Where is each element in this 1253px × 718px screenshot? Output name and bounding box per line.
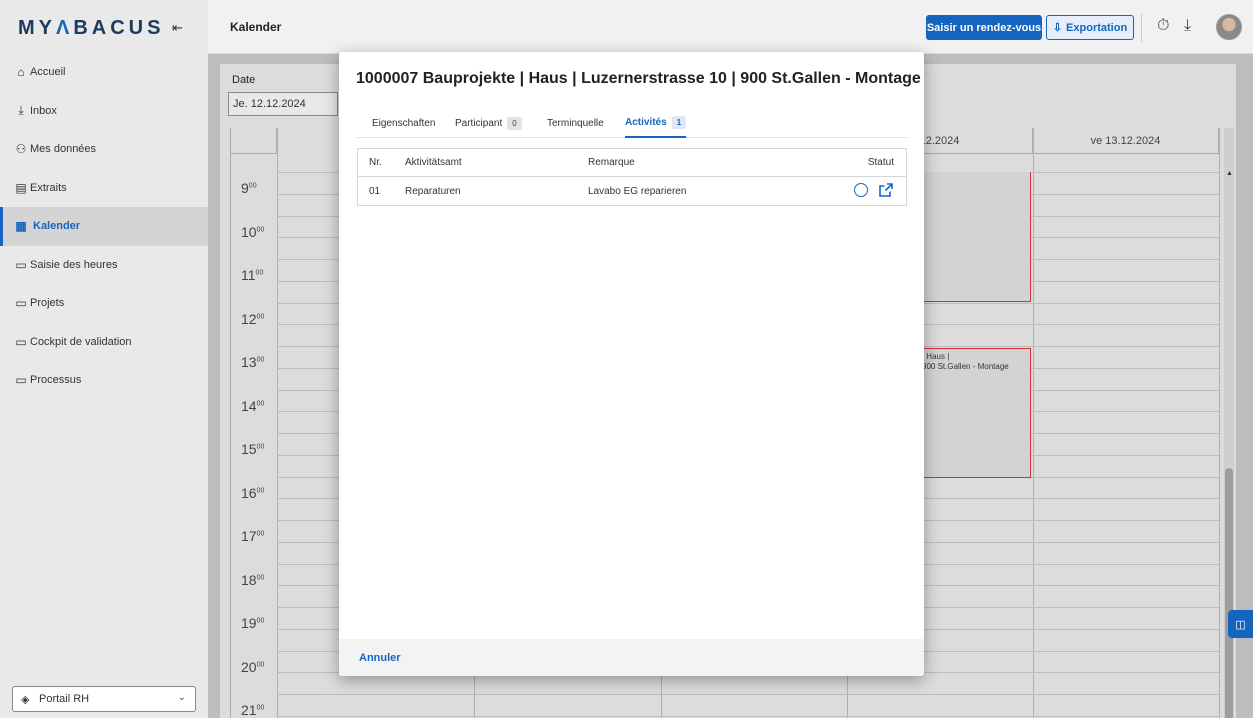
event-line1: | Haus | [922, 352, 950, 361]
scrollbar-thumb[interactable] [1225, 468, 1233, 718]
sidebar-item-cockpit[interactable]: ▭ Cockpit de validation [0, 323, 208, 362]
column-header-remark[interactable]: Remarque [588, 157, 635, 168]
sidebar-item-label: Accueil [30, 66, 66, 79]
folder-icon: ▭ [15, 296, 27, 311]
inbox-icon: ⤓ [18, 103, 24, 118]
appointment-dialog: 1000007 Bauprojekte | Haus | Luzernerstr… [339, 52, 924, 676]
sidebar-item-label: Mes données [30, 143, 97, 156]
sidebar-item-label: Cockpit de validation [30, 335, 132, 348]
open-external-icon[interactable] [878, 182, 894, 198]
portal-select-label: Portail RH [39, 693, 90, 705]
hour-label: 2000 [241, 658, 265, 675]
document-icon: ▤ [15, 180, 27, 195]
cancel-button[interactable]: Annuler [359, 652, 401, 664]
cell-remark: Lavabo EG reparieren [588, 185, 687, 197]
collapse-sidebar-icon[interactable]: ⇤ [172, 20, 183, 36]
tab-terminquelle[interactable]: Terminquelle [547, 108, 604, 138]
table-row[interactable]: 01 Reparaturen Lavabo EG reparieren [358, 177, 906, 205]
hour-label: 1400 [241, 397, 265, 414]
hour-label: 1100 [241, 267, 264, 283]
new-appointment-button[interactable]: Saisir un rendez-vous [926, 15, 1042, 40]
sidebar-item-label: Kalender [33, 220, 81, 233]
sidebar-item-label: Inbox [30, 104, 57, 117]
stopwatch-icon[interactable]: ⏱ [1157, 17, 1169, 35]
sidebar-item-projets[interactable]: ▭ Projets [0, 284, 208, 323]
status-open-circle-icon[interactable] [854, 183, 868, 197]
tab-participant[interactable]: Participant 0 [455, 108, 522, 138]
sidebar-item-processus[interactable]: ▭ Processus [0, 361, 208, 400]
event-line2: 900 St.Gallen - Montage [922, 362, 1009, 371]
folder-icon: ▭ [15, 373, 27, 388]
dialog-title: 1000007 Bauprojekte | Haus | Luzernerstr… [356, 70, 921, 87]
hour-label: 1500 [241, 441, 265, 457]
hour-label: 1000 [241, 223, 265, 240]
page-title: Kalender [230, 20, 282, 34]
sidebar-item-inbox[interactable]: ⤓ Inbox [0, 92, 208, 131]
hour-label: 1800 [241, 571, 265, 588]
info-icon: ◫ [1235, 618, 1246, 631]
tab-label: Activités [625, 116, 667, 128]
sidebar-nav: ⌂ Accueil ⤓ Inbox ⚇ Mes données ▤ Extrai… [0, 53, 208, 400]
sidebar-item-extraits[interactable]: ▤ Extraits [0, 169, 208, 208]
table-header-row: Nr. Aktivitätsamt Remarque Statut [358, 149, 906, 177]
hour-gridline [277, 715, 1219, 717]
cell-activity: Reparaturen [405, 185, 461, 197]
app-logo: MYΛBACUS [18, 16, 165, 39]
sidebar-item-label: Projets [30, 297, 65, 310]
tab-label: Participant [455, 117, 503, 129]
home-icon: ⌂ [17, 65, 25, 80]
sidebar-item-mes-donnees[interactable]: ⚇ Mes données [0, 130, 208, 169]
tab-count-badge: 0 [507, 116, 522, 130]
activities-table: Nr. Aktivitätsamt Remarque Statut 01 Rep… [357, 148, 907, 206]
tab-label: Eigenschaften [372, 117, 436, 129]
column-header-nr[interactable]: Nr. [369, 157, 382, 168]
hour-label: 1200 [241, 310, 265, 327]
info-panel-toggle[interactable]: ◫ [1228, 610, 1253, 638]
cell-nr: 01 [369, 185, 381, 197]
scroll-up-icon[interactable]: ▲ [1226, 170, 1233, 177]
dialog-footer: Annuler [339, 639, 924, 676]
folder-icon: ▭ [15, 257, 27, 272]
chevron-down-icon: ⌄ [177, 692, 186, 703]
sidebar-item-label: Saisie des heures [30, 258, 118, 271]
hour-label: 2100 [241, 702, 265, 718]
export-button[interactable]: ⇩ Exportation [1046, 15, 1134, 40]
hour-label: 1900 [241, 615, 265, 631]
tab-activites[interactable]: Activités 1 [625, 108, 687, 138]
tab-eigenschaften[interactable]: Eigenschaften [372, 108, 435, 138]
tab-label: Terminquelle [547, 117, 604, 129]
sidebar-item-saisie-des-heures[interactable]: ▭ Saisie des heures [0, 246, 208, 285]
dialog-tabs: Eigenschaften Participant 0 Terminquelle… [356, 108, 907, 138]
time-column-header [231, 128, 277, 154]
date-label: Date [232, 74, 256, 86]
hour-label: 900 [241, 180, 257, 196]
sidebar-item-label: Extraits [30, 181, 67, 194]
sidebar-item-label: Processus [30, 374, 82, 387]
toolbar-divider [1141, 14, 1142, 42]
hour-label: 1700 [241, 528, 265, 544]
hour-label: 1600 [241, 484, 265, 501]
sidebar-item-kalender[interactable]: ▦ Kalender [0, 207, 208, 246]
column-header-activity[interactable]: Aktivitätsamt [405, 157, 462, 168]
export-icon: ⇩ [1052, 22, 1063, 34]
portal-select[interactable]: ◈ Portail RH ⌄ [12, 686, 196, 712]
avatar[interactable] [1216, 14, 1242, 40]
tab-count-badge: 1 [671, 115, 687, 129]
download-icon[interactable]: ⤓ [1184, 17, 1191, 35]
layers-icon: ◈ [21, 693, 30, 706]
calendar-icon: ▦ [15, 219, 27, 234]
sidebar-item-accueil[interactable]: ⌂ Accueil [0, 53, 208, 92]
top-bar: Kalender Saisir un rendez-vous ⇩ Exporta… [208, 0, 1253, 54]
day-header-friday: ve 13.12.2024 [1033, 128, 1219, 154]
hour-label: 1300 [241, 354, 265, 370]
date-field[interactable]: Je. 12.12.2024 [228, 92, 338, 116]
user-icon: ⚇ [15, 142, 27, 157]
hour-gridline [277, 694, 1219, 695]
column-header-status[interactable]: Statut [868, 157, 894, 168]
export-button-label: Exportation [1066, 21, 1128, 34]
status-cell [854, 182, 894, 198]
sidebar: MYΛBACUS ⇤ ⌂ Accueil ⤓ Inbox ⚇ Mes donné… [0, 0, 208, 718]
folder-icon: ▭ [15, 334, 27, 349]
